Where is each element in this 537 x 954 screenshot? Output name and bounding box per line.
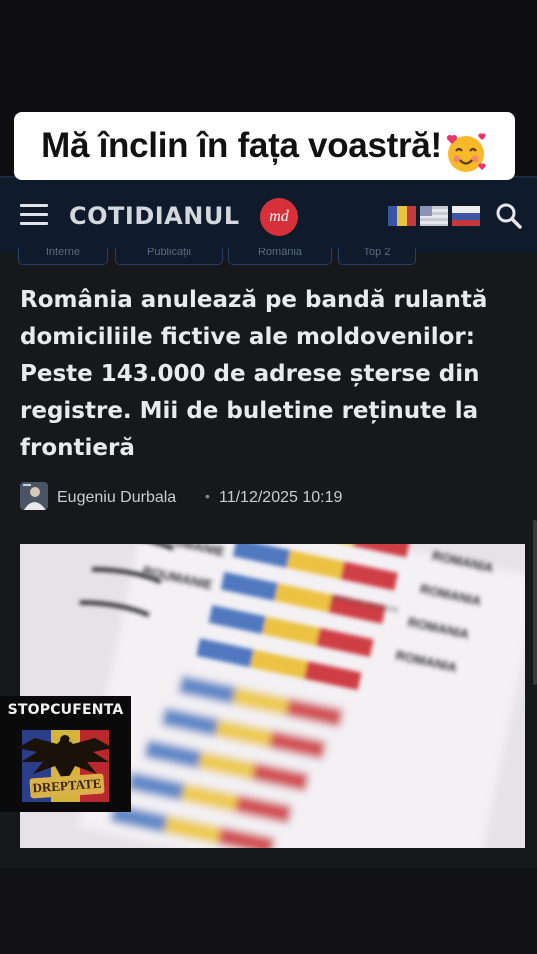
site-logo[interactable]: COTIDIANUL: [69, 202, 240, 230]
tag-chip[interactable]: Interne: [18, 248, 108, 265]
author-avatar[interactable]: [20, 482, 48, 510]
article-meta: Eugeniu Durbala • 11/12/2025 10:19: [20, 482, 520, 512]
watermark-logo: STOPCUFENTA DREPTATE: [0, 696, 131, 812]
video-bottom-area: [0, 868, 537, 954]
tag-chip[interactable]: Publicații: [115, 248, 223, 265]
scrollbar[interactable]: [533, 520, 537, 685]
logo-badge: md: [260, 198, 298, 236]
meta-separator: •: [205, 488, 210, 504]
caption-text: Mă înclin în fața voastră!: [41, 126, 442, 165]
flag-russia-icon[interactable]: [452, 206, 480, 226]
publish-date: 11/12/2025 10:19: [219, 489, 343, 506]
author-name[interactable]: Eugeniu Durbala: [57, 489, 176, 507]
search-icon[interactable]: [495, 202, 523, 230]
flag-romania-icon[interactable]: [388, 206, 416, 226]
tag-chip[interactable]: România: [228, 248, 332, 265]
smiling-face-with-hearts-icon: [444, 130, 488, 174]
caption-overlay: Mă înclin în fața voastră!: [14, 112, 515, 180]
article-title[interactable]: România anulează pe bandă rulantă domici…: [20, 282, 520, 467]
tag-chip[interactable]: Top 2: [338, 248, 416, 265]
flag-usa-icon[interactable]: [420, 206, 448, 226]
hamburger-menu-icon[interactable]: [20, 204, 48, 226]
site-header: COTIDIANUL md: [0, 176, 537, 254]
